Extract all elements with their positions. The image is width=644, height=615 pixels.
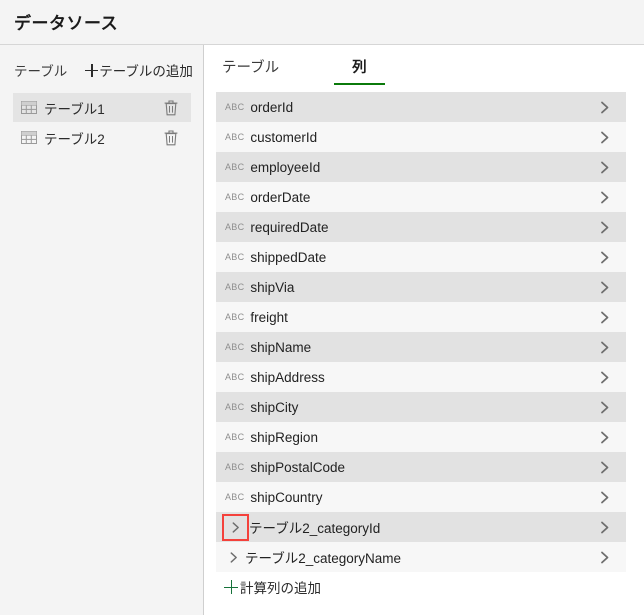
table-list-item-label: テーブル1: [44, 101, 105, 117]
column-name-label: shipPostalCode: [250, 459, 345, 475]
column-row[interactable]: ABC shipCity: [216, 392, 626, 422]
expand-chevron-icon[interactable]: [226, 550, 241, 565]
column-name-label: freight: [250, 309, 288, 325]
column-name-label: orderDate: [250, 189, 311, 205]
abc-type-icon: ABC: [225, 342, 245, 352]
abc-type-icon: ABC: [225, 192, 245, 202]
column-list: ABC orderId ABC customerId ABC employeeId ABC o…: [216, 92, 626, 602]
abc-type-icon: ABC: [225, 102, 245, 112]
chevron-right-icon[interactable]: [596, 369, 613, 386]
column-name-label: テーブル2_categoryName: [245, 551, 401, 566]
column-name-label: shipRegion: [250, 429, 318, 445]
add-calculated-column-label: 計算列の追加: [240, 581, 321, 596]
columns-panel: テーブル 列 ABC orderId ABC customerId ABC employe…: [205, 45, 644, 615]
column-row[interactable]: ABC shipCountry: [216, 482, 626, 512]
abc-type-icon: ABC: [225, 222, 245, 232]
column-name-label: shipCountry: [250, 489, 323, 505]
column-name-label: テーブル2_categoryId: [249, 521, 381, 536]
trash-icon[interactable]: [163, 99, 179, 116]
column-name-label: shippedDate: [250, 249, 327, 265]
table-list-item-label: テーブル2: [44, 131, 105, 147]
column-name-label: requiredDate: [250, 219, 329, 235]
chevron-right-icon[interactable]: [596, 399, 613, 416]
table-grid-icon: [21, 101, 37, 114]
chevron-right-icon[interactable]: [596, 129, 613, 146]
column-row[interactable]: ABC customerId: [216, 122, 626, 152]
column-row[interactable]: ABC employeeId: [216, 152, 626, 182]
column-name-label: shipAddress: [250, 369, 325, 385]
chevron-right-icon[interactable]: [596, 519, 613, 536]
abc-type-icon: ABC: [225, 132, 245, 142]
abc-type-icon: ABC: [225, 372, 245, 382]
table-list: テーブル1 テーブル2: [0, 93, 204, 153]
column-name-label: shipCity: [250, 399, 299, 415]
table-list-item[interactable]: テーブル2: [13, 123, 191, 152]
sidebar-toolbar: テーブル テーブルの追加: [0, 57, 204, 83]
table-grid-icon: [21, 131, 37, 144]
abc-type-icon: ABC: [225, 462, 245, 472]
chevron-right-icon[interactable]: [596, 249, 613, 266]
abc-type-icon: ABC: [225, 492, 245, 502]
column-row[interactable]: ABC orderId: [216, 92, 626, 122]
expand-chevron-icon[interactable]: [222, 513, 249, 541]
chevron-right-icon[interactable]: [596, 159, 613, 176]
add-table-button[interactable]: テーブルの追加: [85, 60, 193, 80]
chevron-right-icon[interactable]: [596, 339, 613, 356]
column-row[interactable]: ABC shipPostalCode: [216, 452, 626, 482]
column-row[interactable]: ABC orderDate: [216, 182, 626, 212]
add-table-label: テーブルの追加: [99, 64, 193, 79]
column-row[interactable]: テーブル2_categoryName: [216, 542, 626, 572]
column-row[interactable]: ABC requiredDate: [216, 212, 626, 242]
column-name-label: orderId: [250, 99, 294, 115]
abc-type-icon: ABC: [225, 312, 245, 322]
chevron-right-icon[interactable]: [596, 549, 613, 566]
column-row[interactable]: ABC freight: [216, 302, 626, 332]
page-header: データソース: [0, 0, 644, 45]
add-calculated-column-button[interactable]: 計算列の追加: [216, 572, 626, 602]
chevron-right-icon[interactable]: [596, 489, 613, 506]
column-name-label: employeeId: [250, 159, 321, 175]
chevron-right-icon[interactable]: [596, 99, 613, 116]
abc-type-icon: ABC: [225, 252, 245, 262]
chevron-right-icon[interactable]: [596, 429, 613, 446]
panel-tabs: テーブル 列: [205, 56, 385, 86]
table-list-item[interactable]: テーブル1: [13, 93, 191, 122]
trash-icon[interactable]: [163, 129, 179, 146]
column-row[interactable]: ABC shipRegion: [216, 422, 626, 452]
chevron-right-icon[interactable]: [596, 309, 613, 326]
tab-columns[interactable]: 列: [334, 56, 385, 85]
column-row[interactable]: ABC shipVia: [216, 272, 626, 302]
abc-type-icon: ABC: [225, 282, 245, 292]
column-row[interactable]: ABC shipName: [216, 332, 626, 362]
abc-type-icon: ABC: [225, 402, 245, 412]
sidebar-section-label: テーブル: [14, 64, 68, 79]
chevron-right-icon[interactable]: [596, 459, 613, 476]
column-name-label: shipVia: [250, 279, 295, 295]
tab-tables[interactable]: テーブル: [222, 56, 279, 85]
data-source-screen: データソース テーブル テーブルの追加 テーブル1 テーブル2 テーブル 列 AB…: [0, 0, 644, 615]
column-row[interactable]: ABC shippedDate: [216, 242, 626, 272]
plus-icon: [224, 580, 238, 594]
active-tab-underline: [334, 82, 385, 85]
abc-type-icon: ABC: [225, 162, 245, 172]
plus-icon: [85, 63, 99, 77]
column-row[interactable]: テーブル2_categoryId: [216, 512, 626, 542]
column-name-label: shipName: [250, 339, 312, 355]
chevron-right-icon[interactable]: [596, 279, 613, 296]
chevron-right-icon[interactable]: [596, 189, 613, 206]
page-title: データソース: [14, 14, 119, 33]
tab-tables-label: テーブル: [222, 60, 280, 76]
tab-columns-label: 列: [352, 60, 367, 76]
tables-sidebar: テーブル テーブルの追加 テーブル1 テーブル2: [0, 45, 204, 615]
abc-type-icon: ABC: [225, 432, 245, 442]
chevron-right-icon[interactable]: [596, 219, 613, 236]
column-row[interactable]: ABC shipAddress: [216, 362, 626, 392]
column-name-label: customerId: [250, 129, 318, 145]
